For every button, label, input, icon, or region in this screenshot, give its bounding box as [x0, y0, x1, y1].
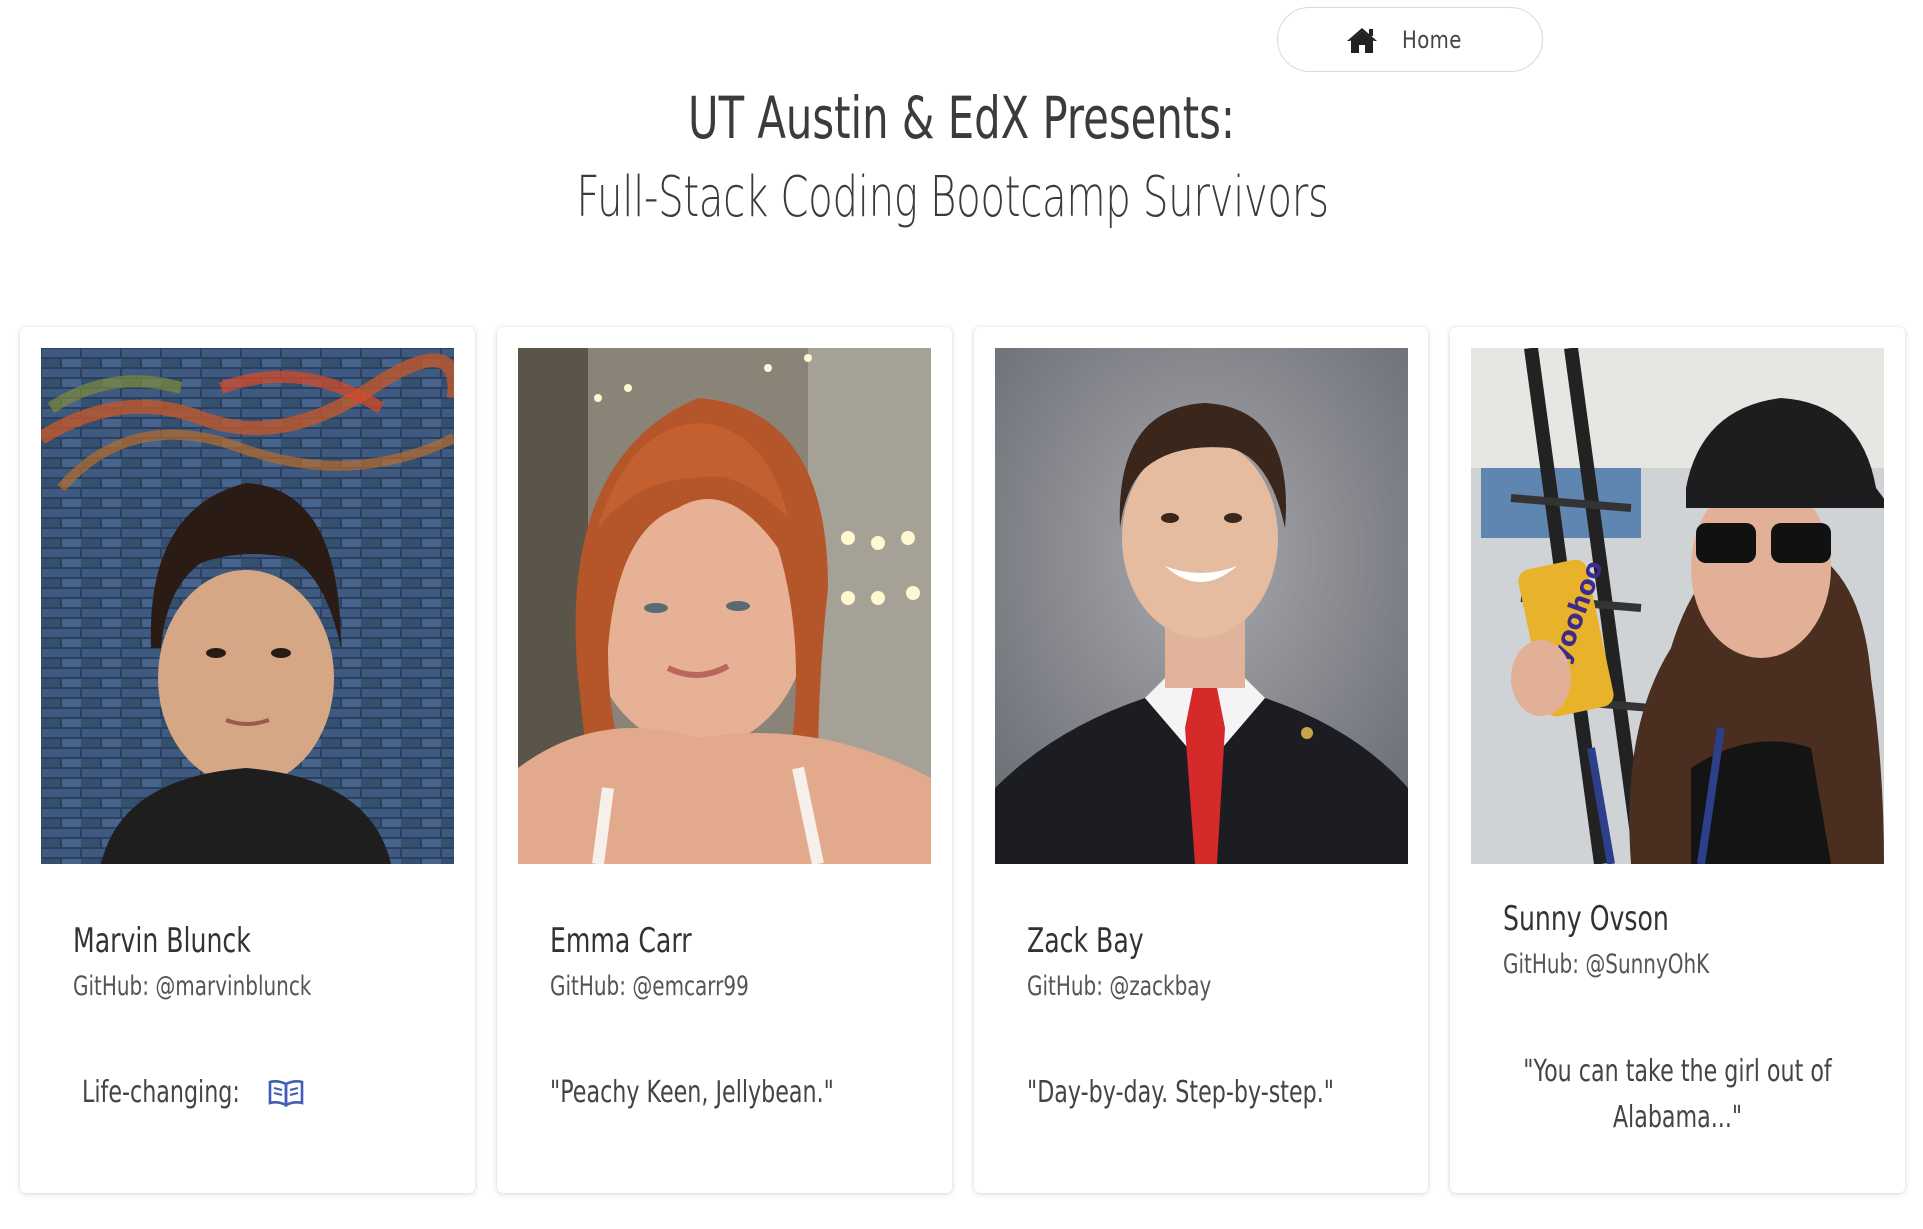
profile-card: Emma Carr GitHub: @emcarr99 "Peachy Keen… — [496, 327, 952, 1193]
profile-name: Marvin Blunck — [73, 921, 251, 961]
profile-card: Marvin Blunck GitHub: @marvinblunck Life… — [20, 327, 475, 1193]
profile-cards: Marvin Blunck GitHub: @marvinblunck Life… — [20, 327, 1905, 1193]
home-button[interactable]: Home — [1277, 7, 1543, 72]
page-header: UT Austin & EdX Presents: Full-Stack Cod… — [0, 78, 1923, 238]
profile-quote: "Peachy Keen, Jellybean." — [549, 1075, 834, 1110]
profile-quote: "Day-by-day. Step-by-step." — [1026, 1075, 1334, 1110]
quote-text: Life-changing: — [82, 1075, 240, 1110]
profile-quote: "You can take the girl out of Alabama...… — [1450, 1049, 1905, 1141]
profile-photo — [517, 348, 931, 864]
page: Home UT Austin & EdX Presents: Full-Stac… — [0, 0, 1923, 1229]
github-handle[interactable]: GitHub: @SunnyOhK — [1503, 949, 1709, 980]
book-icon — [268, 1079, 304, 1107]
profile-name: Emma Carr — [549, 921, 692, 961]
github-handle[interactable]: GitHub: @marvinblunck — [73, 971, 311, 1002]
profile-quote: Life-changing: — [82, 1075, 304, 1110]
page-subtitle: Full-Stack Coding Bootcamp Survivors — [576, 165, 1329, 230]
home-label: Home — [1401, 25, 1462, 54]
github-handle[interactable]: GitHub: @zackbay — [1027, 971, 1211, 1002]
profile-photo: yoohoo — [1471, 348, 1885, 864]
quote-line: Alabama..." — [1613, 1100, 1743, 1135]
profile-photo — [41, 348, 454, 864]
github-handle[interactable]: GitHub: @emcarr99 — [550, 971, 749, 1002]
profile-photo — [994, 348, 1408, 864]
profile-name: Zack Bay — [1026, 921, 1144, 961]
profile-card: yoohoo Sunny Ovson GitHub: @SunnyOhK "Yo… — [1450, 327, 1905, 1193]
profile-name: Sunny Ovson — [1503, 899, 1670, 939]
quote-line: "You can take the girl out of — [1523, 1054, 1832, 1089]
profile-card: Zack Bay GitHub: @zackbay "Day-by-day. S… — [973, 327, 1429, 1193]
page-title: UT Austin & EdX Presents: — [688, 84, 1235, 152]
home-icon — [1346, 27, 1377, 53]
